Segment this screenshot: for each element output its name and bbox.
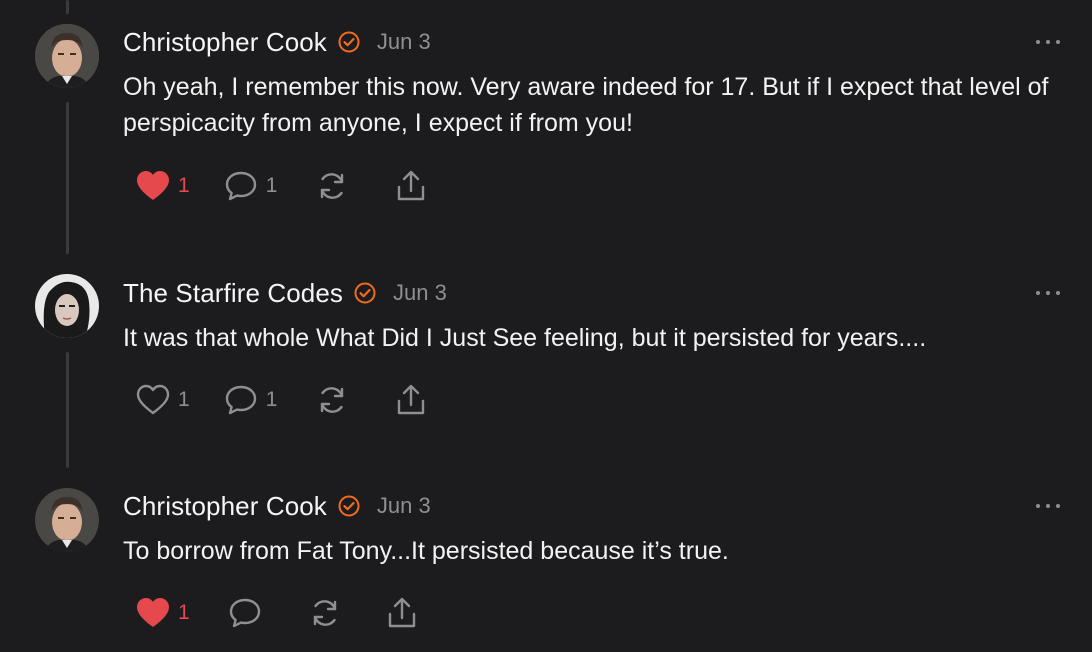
avatar[interactable] [35,274,99,338]
verified-badge-icon [337,30,361,54]
avatar[interactable] [35,488,99,552]
comment-text: It was that whole What Did I Just See fe… [123,324,927,352]
comment-date[interactable]: Jun 3 [393,280,447,306]
like-count: 1 [178,388,190,411]
like-count: 1 [178,601,190,624]
restack-button[interactable] [315,382,349,418]
more-icon[interactable] [1036,37,1060,47]
verified-badge-icon [337,494,361,518]
share-button[interactable] [395,382,427,418]
like-button[interactable]: 1 [136,168,190,204]
comment-text: Oh yeah, I remember this now. Very aware… [123,73,1049,137]
comment-bubble-icon [224,170,258,202]
like-button[interactable]: 1 [136,595,190,631]
share-icon [386,596,418,630]
verified-badge-icon [353,281,377,305]
share-button[interactable] [386,595,418,631]
restack-icon [308,596,342,630]
author-name[interactable]: Christopher Cook [123,27,327,58]
comment-text: To borrow from Fat Tony...It persisted b… [123,537,729,565]
comment-date[interactable]: Jun 3 [377,29,431,55]
author-name[interactable]: Christopher Cook [123,491,327,522]
comment-bubble-icon [228,597,262,629]
reply-count: 1 [265,174,278,197]
thread-line [66,352,69,468]
comment-date[interactable]: Jun 3 [377,493,431,519]
comment-actions: 1 1 [136,168,427,204]
heart-filled-icon [136,597,170,629]
reply-button[interactable]: 1 [224,168,278,204]
comment: The Starfire Codes Jun 3 It was that who… [0,250,1092,468]
comment-bubble-icon [224,384,258,416]
heart-filled-icon [136,170,170,202]
reply-button[interactable]: 1 [224,382,278,418]
comment: Christopher Cook Jun 3 To borrow from Fa… [0,465,1092,652]
comment-header: The Starfire Codes Jun 3 [123,277,447,309]
restack-button[interactable] [308,595,342,631]
author-name[interactable]: The Starfire Codes [123,278,343,309]
more-icon[interactable] [1036,501,1060,511]
restack-button[interactable] [315,168,349,204]
restack-icon [315,169,349,203]
share-icon [395,383,427,417]
comment-actions: 1 [136,595,418,631]
restack-icon [315,383,349,417]
share-icon [395,169,427,203]
thread-line [66,102,69,254]
comment-header: Christopher Cook Jun 3 [123,490,431,522]
comment-actions: 1 1 [136,382,427,418]
like-button[interactable]: 1 [136,382,190,418]
comment-header: Christopher Cook Jun 3 [123,26,431,58]
reply-count: 1 [265,388,278,411]
more-icon[interactable] [1036,288,1060,298]
share-button[interactable] [395,168,427,204]
reply-button[interactable] [228,595,262,631]
comment: Christopher Cook Jun 3 Oh yeah, I rememb… [0,0,1092,254]
like-count: 1 [178,174,190,197]
avatar[interactable] [35,24,99,88]
heart-outline-icon [136,384,170,416]
